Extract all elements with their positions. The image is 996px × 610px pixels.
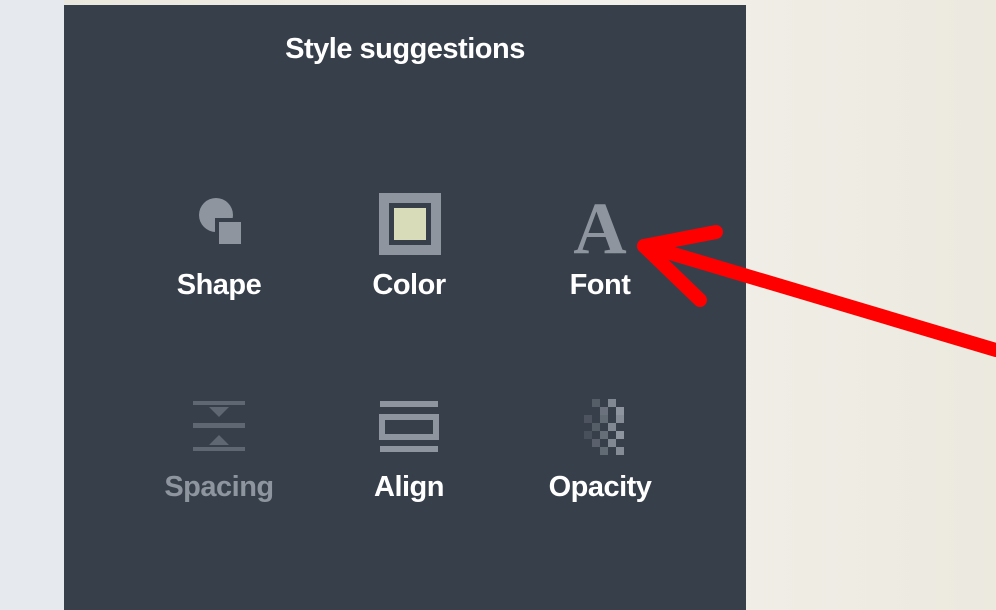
panel-title: Style suggestions: [285, 33, 525, 65]
align-label: Align: [374, 471, 445, 503]
align-icon: [379, 401, 439, 452]
shape-label: Shape: [176, 269, 262, 301]
color-button[interactable]: Color: [329, 193, 489, 302]
shape-icon: [199, 198, 245, 248]
spacing-icon: [193, 401, 245, 451]
font-button[interactable]: A Font: [520, 193, 680, 302]
shape-button[interactable]: Shape: [139, 193, 299, 302]
left-sidebar-strip: [0, 0, 64, 610]
spacing-label: Spacing: [164, 471, 274, 503]
style-suggestions-panel: Style suggestions Shape Color A Font Spa…: [64, 5, 746, 610]
svg-text:A: A: [573, 193, 626, 257]
opacity-label: Opacity: [548, 471, 652, 503]
color-label: Color: [372, 269, 446, 301]
opacity-button[interactable]: Opacity: [520, 395, 680, 504]
opacity-icon: [584, 399, 624, 455]
align-button[interactable]: Align: [329, 395, 489, 504]
font-icon: A: [573, 193, 626, 257]
spacing-button[interactable]: Spacing: [139, 395, 299, 504]
color-swatch-icon: [379, 193, 441, 255]
font-label: Font: [569, 269, 631, 301]
